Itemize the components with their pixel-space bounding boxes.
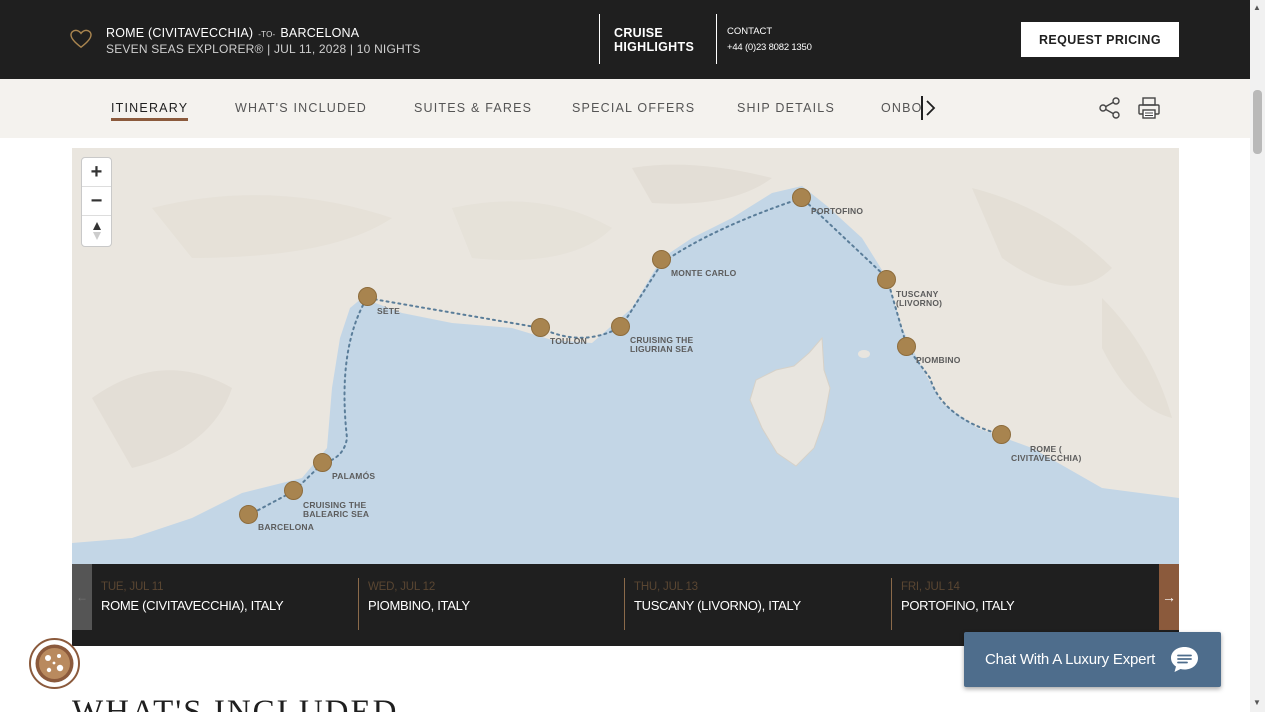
section-nav: ITINERARY WHAT'S INCLUDED SUITES & FARES… [0, 79, 1250, 138]
page-scrollbar[interactable]: ▲ ▼ [1250, 0, 1265, 712]
day-strip-next-button[interactable]: → [1159, 564, 1179, 630]
route-title: ROME (CIVITAVECCHIA) -TO- BARCELONA [106, 26, 359, 40]
voyage-info: SEVEN SEAS EXPLORER® | JUL 11, 2028 | 10… [106, 42, 421, 56]
day-divider [891, 578, 892, 630]
chevron-right-icon[interactable] [924, 98, 938, 118]
chat-with-expert-button[interactable]: Chat With A Luxury Expert [964, 632, 1221, 687]
highlights-line2: HIGHLIGHTS [614, 40, 695, 54]
port-marker-sete[interactable] [358, 287, 377, 306]
day-port: PIOMBINO, ITALY [368, 598, 470, 613]
itinerary-map[interactable]: + − PORTOFINO MONTE CARLO TUSCANY (LIVOR… [72, 148, 1179, 564]
chat-bubble-icon [1171, 647, 1198, 672]
compass-icon [92, 221, 101, 240]
port-marker-portofino[interactable] [792, 188, 811, 207]
section-heading-whats-included: WHAT'S INCLUDED [72, 694, 399, 712]
port-label-toulon: TOULON [550, 336, 587, 346]
heart-icon[interactable] [70, 29, 92, 49]
share-icon[interactable] [1098, 96, 1122, 120]
port-label-monte-carlo: MONTE CARLO [671, 268, 737, 278]
day-date: FRI, JUL 14 [901, 581, 960, 593]
tab-special-offers[interactable]: SPECIAL OFFERS [572, 101, 695, 115]
port-marker-civitavecchia[interactable] [992, 425, 1011, 444]
scroll-down-arrow[interactable]: ▼ [1253, 698, 1261, 707]
day-card[interactable]: TUE, JUL 11 ROME (CIVITAVECCHIA), ITALY [101, 564, 358, 630]
port-label-balearic-sea: CRUISING THE BALEARIC SEA [303, 500, 370, 519]
tab-itinerary[interactable]: ITINERARY [111, 101, 189, 121]
day-port: PORTOFINO, ITALY [901, 598, 1015, 613]
chat-label: Chat With A Luxury Expert [985, 651, 1156, 668]
zoom-in-button[interactable]: + [82, 158, 111, 187]
scroll-up-arrow[interactable]: ▲ [1253, 3, 1261, 12]
port-label-livorno: TUSCANY (LIVORNO) [896, 289, 943, 308]
request-pricing-button[interactable]: REQUEST PRICING [1021, 22, 1179, 57]
day-port: ROME (CIVITAVECCHIA), ITALY [101, 598, 284, 613]
tab-ship-details[interactable]: SHIP DETAILS [737, 101, 835, 115]
day-divider [358, 578, 359, 630]
tab-suites-fares[interactable]: SUITES & FARES [414, 101, 532, 115]
origin-port: ROME (CIVITAVECCHIA) [106, 26, 254, 40]
route-to: -TO- [258, 30, 276, 39]
port-label-palamos: PALAMÓS [332, 471, 376, 481]
cookie-settings-button[interactable] [29, 638, 80, 689]
port-marker-monte-carlo[interactable] [652, 250, 671, 269]
day-divider [624, 578, 625, 630]
port-label-barcelona: BARCELONA [258, 522, 315, 532]
tab-whats-included[interactable]: WHAT'S INCLUDED [235, 101, 367, 115]
port-marker-palamos[interactable] [313, 453, 332, 472]
port-label-ligurian-sea: CRUISING THE LIGURIAN SEA [630, 335, 694, 354]
cruise-highlights-link[interactable]: CRUISE HIGHLIGHTS [614, 26, 694, 54]
day-card[interactable]: THU, JUL 13 TUSCANY (LIVORNO), ITALY [634, 564, 891, 630]
contact-phone-link[interactable]: +44 (0)23 8082 1350 [727, 42, 812, 53]
contact-label: CONTACT [727, 26, 773, 37]
zoom-out-button[interactable]: − [82, 187, 111, 216]
port-marker-toulon[interactable] [531, 318, 550, 337]
port-label-piombino: PIOMBINO [916, 355, 961, 365]
day-card[interactable]: WED, JUL 12 PIOMBINO, ITALY [368, 564, 624, 630]
day-strip-prev-button[interactable]: ← [72, 564, 92, 630]
port-marker-piombino[interactable] [897, 337, 916, 356]
highlights-line1: CRUISE [614, 26, 664, 40]
header-divider [716, 14, 717, 64]
port-marker-barcelona[interactable] [239, 505, 258, 524]
port-marker-balearic-sea[interactable] [284, 481, 303, 500]
port-label-portofino: PORTOFINO [811, 206, 864, 216]
day-date: WED, JUL 12 [368, 581, 436, 593]
port-label-sete: SÈTE [377, 306, 401, 316]
print-icon[interactable] [1137, 96, 1161, 120]
map-base [72, 148, 1179, 564]
day-date: THU, JUL 13 [634, 581, 698, 593]
scrollbar-thumb[interactable] [1253, 90, 1262, 154]
port-marker-livorno[interactable] [877, 270, 896, 289]
day-port: TUSCANY (LIVORNO), ITALY [634, 598, 801, 613]
top-header: ROME (CIVITAVECCHIA) -TO- BARCELONA SEVEN … [0, 0, 1250, 79]
nav-scroll-divider [921, 96, 923, 120]
day-date: TUE, JUL 11 [101, 581, 164, 593]
cookie-icon [35, 644, 74, 683]
map-zoom-controls: + − [81, 157, 112, 247]
day-card[interactable]: FRI, JUL 14 PORTOFINO, ITALY [901, 564, 1151, 630]
tab-onboard[interactable]: ONBOARD [881, 101, 922, 115]
port-label-civitavecchia: ROME ( CIVITAVECCHIA) [1011, 444, 1082, 463]
port-marker-ligurian-sea[interactable] [611, 317, 630, 336]
destination-port: BARCELONA [280, 26, 360, 40]
header-divider [599, 14, 600, 64]
reset-bearing-button[interactable] [82, 216, 111, 245]
